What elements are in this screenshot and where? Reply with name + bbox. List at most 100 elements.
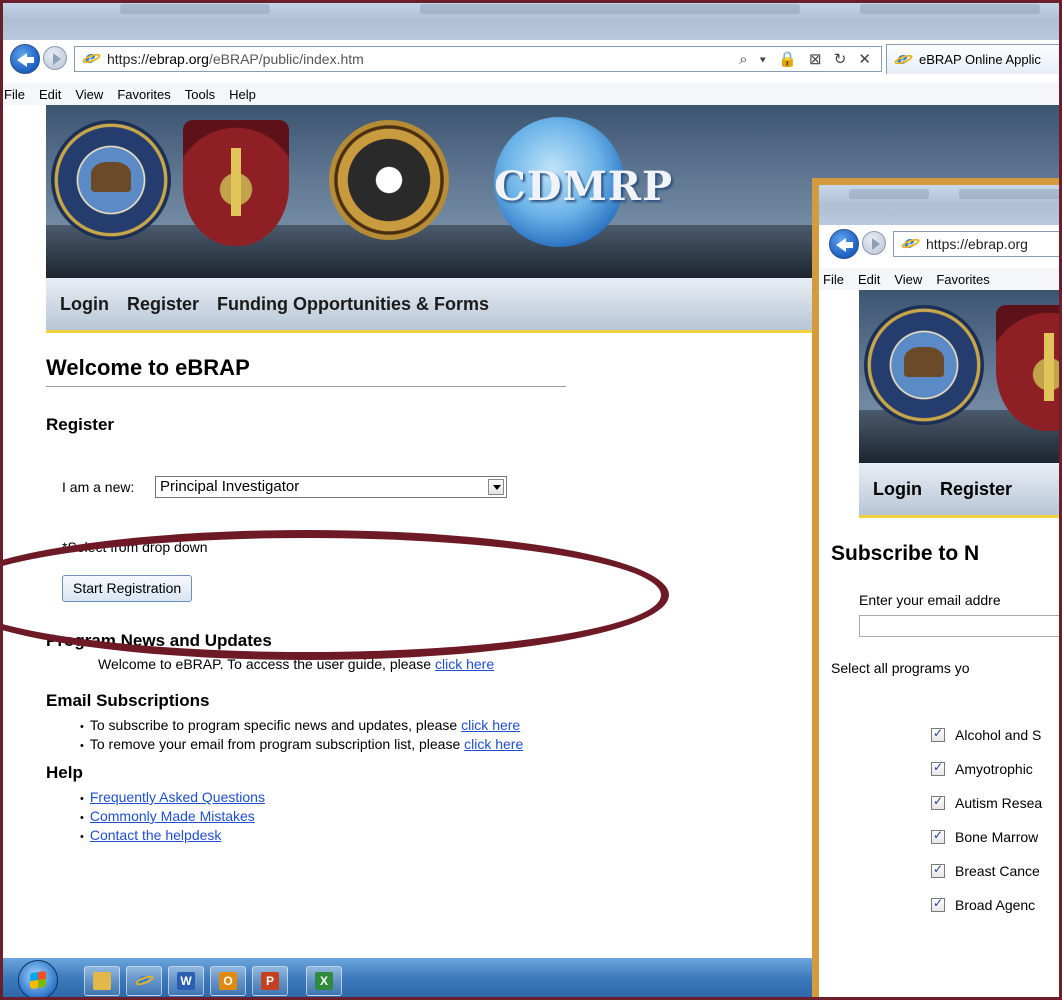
helpdesk-link[interactable]: Contact the helpdesk	[90, 827, 222, 843]
program-label: Amyotrophic	[955, 761, 1033, 777]
url-text: https://ebrap.org	[926, 236, 1028, 252]
internet-explorer-icon[interactable]: e	[126, 966, 162, 996]
outlook-icon[interactable]: O	[210, 966, 246, 996]
menu-favorites[interactable]: Favorites	[936, 272, 989, 287]
protect-sustain-logo	[183, 120, 289, 246]
role-select[interactable]: Principal Investigator	[155, 476, 507, 498]
word-icon[interactable]: W	[168, 966, 204, 996]
unsubscribe-text: To remove your email from program subscr…	[89, 736, 465, 752]
nav-register[interactable]: Register	[127, 294, 199, 315]
program-label: Broad Agenc	[955, 897, 1036, 913]
programs-list: Alcohol and S Amyotrophic Autism Resea B…	[931, 718, 1042, 922]
blurred-tab	[120, 4, 270, 14]
program-checkbox[interactable]	[931, 828, 945, 844]
email-subscriptions-list: To subscribe to program specific news an…	[80, 717, 523, 755]
select-programs-label: Select all programs yo	[831, 660, 970, 676]
faq-link[interactable]: Frequently Asked Questions	[90, 789, 265, 805]
user-guide-link[interactable]: click here	[435, 656, 494, 672]
menu-edit[interactable]: Edit	[39, 87, 61, 102]
program-label: Autism Resea	[955, 795, 1043, 811]
role-select-value: Principal Investigator	[160, 478, 300, 495]
forward-arrow-icon[interactable]	[862, 231, 886, 255]
browser-window: e https://ebrap.org/eBRAP/public/index.h…	[0, 0, 1062, 1000]
subscribe-window: e https://ebrap.org File Edit View Favor…	[812, 178, 1062, 1000]
program-label: Breast Cance	[955, 863, 1040, 879]
forward-arrow-icon[interactable]	[43, 46, 67, 70]
powerpoint-letter: P	[261, 972, 279, 990]
menu-view[interactable]: View	[894, 272, 922, 287]
taskbar: e W O P X	[0, 958, 830, 1000]
browser-tab[interactable]: e eBRAP Online Applic	[886, 44, 1062, 74]
url-text: https://ebrap.org/eBRAP/public/index.htm	[107, 51, 364, 67]
menu-bar: File Edit View Favorites Tools Help	[0, 83, 1062, 105]
list-item: Commonly Made Mistakes	[80, 808, 265, 827]
nav-login[interactable]: Login	[873, 479, 922, 500]
list-item: Contact the helpdesk	[80, 827, 265, 846]
nav-login[interactable]: Login	[60, 294, 109, 315]
top-nav: Login Register	[859, 463, 1062, 518]
subscribe-link[interactable]: click here	[461, 717, 520, 733]
back-arrow-icon[interactable]	[10, 44, 40, 74]
news-text-body: Welcome to eBRAP. To access the user gui…	[98, 656, 435, 672]
start-registration-button[interactable]: Start Registration	[62, 575, 193, 602]
start-button-icon[interactable]	[18, 960, 58, 1000]
word-letter: W	[177, 972, 195, 990]
program-checkbox[interactable]	[931, 726, 945, 742]
email-field[interactable]	[859, 615, 1062, 637]
back-arrow-icon[interactable]	[829, 229, 859, 259]
dod-seal-logo	[864, 305, 984, 425]
program-checkbox[interactable]	[931, 760, 945, 776]
address-tools-icons[interactable]: ⌕ ▾ 🔒 ⊠ ↻ ✕	[739, 50, 875, 68]
program-label: Alcohol and S	[955, 727, 1042, 743]
list-item: Autism Resea	[931, 786, 1042, 820]
register-heading: Register	[46, 415, 115, 434]
page-title: Welcome to eBRAP	[46, 355, 250, 380]
program-label: Bone Marrow	[955, 829, 1039, 845]
list-item: To subscribe to program specific news an…	[80, 717, 523, 736]
ie-icon: e	[900, 233, 921, 253]
news-text: Welcome to eBRAP. To access the user gui…	[98, 656, 494, 672]
address-bar[interactable]: e https://ebrap.org/eBRAP/public/index.h…	[74, 46, 882, 72]
blurred-tab	[959, 189, 1062, 199]
list-item: Bone Marrow	[931, 820, 1042, 854]
title-bar	[819, 185, 1062, 225]
powerpoint-icon[interactable]: P	[252, 966, 288, 996]
mistakes-link[interactable]: Commonly Made Mistakes	[90, 808, 255, 824]
menu-view[interactable]: View	[75, 87, 103, 102]
menu-favorites[interactable]: Favorites	[117, 87, 170, 102]
program-checkbox[interactable]	[931, 862, 945, 878]
blurred-tab	[849, 189, 929, 199]
excel-letter: X	[315, 972, 333, 990]
ie-icon: e	[81, 48, 102, 68]
help-heading: Help	[46, 763, 83, 782]
unsubscribe-link[interactable]: click here	[464, 736, 523, 752]
page: Login Register Subscribe to N Enter your…	[819, 290, 1062, 1000]
dropdown-arrow-icon[interactable]	[488, 479, 504, 495]
menu-file[interactable]: File	[823, 272, 844, 287]
program-checkbox[interactable]	[931, 794, 945, 810]
email-label: Enter your email addre	[859, 592, 1001, 608]
nav-funding[interactable]: Funding Opportunities & Forms	[217, 294, 489, 315]
header-banner	[859, 290, 1062, 463]
menu-help[interactable]: Help	[229, 87, 256, 102]
menu-file[interactable]: File	[4, 87, 25, 102]
menu-tools[interactable]: Tools	[185, 87, 215, 102]
list-item: Broad Agenc	[931, 888, 1042, 922]
excel-icon[interactable]: X	[306, 966, 342, 996]
list-item: To remove your email from program subscr…	[80, 736, 523, 755]
list-item: Alcohol and S	[931, 718, 1042, 752]
select-hint: *Select from drop down	[62, 539, 208, 555]
nav-register[interactable]: Register	[940, 479, 1012, 500]
menu-edit[interactable]: Edit	[858, 272, 880, 287]
address-bar[interactable]: e https://ebrap.org	[893, 231, 1062, 257]
list-item: Breast Cance	[931, 854, 1042, 888]
blurred-tab	[420, 4, 800, 14]
ie-icon: e	[893, 49, 914, 69]
page-title: Subscribe to N	[831, 542, 980, 565]
blurred-tab	[860, 4, 1040, 14]
list-item: Amyotrophic	[931, 752, 1042, 786]
explorer-icon[interactable]	[84, 966, 120, 996]
menu-bar: File Edit View Favorites	[819, 268, 1062, 290]
iam-label: I am a new:	[62, 479, 135, 495]
program-checkbox[interactable]	[931, 896, 945, 912]
